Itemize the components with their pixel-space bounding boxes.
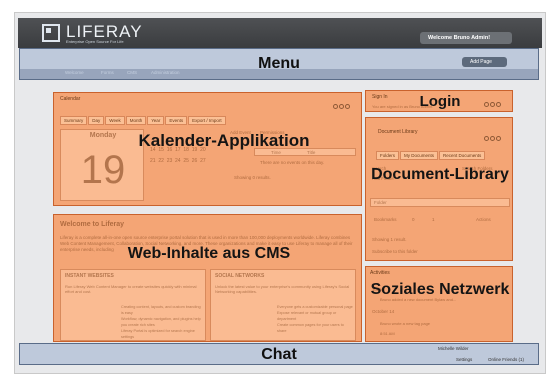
tab-year[interactable]: Year (147, 116, 165, 125)
tab-my-documents[interactable]: My Documents (400, 151, 439, 160)
online-friends-button[interactable]: Online Friends (1) (488, 357, 524, 362)
doclib-window-controls[interactable] (483, 128, 507, 141)
activity-item-2[interactable]: Bruno wrote a new tag page (380, 321, 430, 326)
social-networks-header: SOCIAL NETWORKS (215, 273, 265, 279)
subscribe-link[interactable]: Subscribe to this folder (372, 249, 418, 254)
activity-time: 8:51 AM (380, 331, 395, 336)
menu-region-label: Menu (258, 55, 300, 72)
instant-websites-bullets: Creating content, layouts, and custom br… (121, 305, 201, 339)
folder-actions-button[interactable]: Actions (476, 217, 491, 222)
empty-events-message: There are no events on this day. (260, 160, 325, 165)
folder-row-name[interactable]: Bookmarks (374, 217, 397, 222)
logo-mark-icon (42, 24, 60, 42)
calendar-showing: Showing 0 results. (234, 175, 271, 180)
calendar-tabs: Summary Day Week Month Year Events Export / Im… (60, 109, 227, 127)
add-page-button[interactable]: Add Page (462, 57, 507, 67)
doclib-title: Document Library (378, 129, 418, 135)
web-content-title: Welcome to Liferay (60, 221, 125, 228)
menu-region: Menu (19, 48, 539, 80)
tab-summary[interactable]: Summary (60, 116, 88, 125)
instant-websites-header: INSTANT WEBSITES (65, 273, 114, 279)
doclib-table-header: Folder (370, 198, 510, 207)
doclib-showing: Showing 1 result. (372, 237, 407, 242)
folder-row-folders: 0 (412, 217, 415, 222)
activities-title: Activities (370, 270, 390, 276)
web-content-portlet: Welcome to Liferay Liferay is a complete… (53, 214, 362, 342)
instant-websites-text: Run Liferay Web Content Manager to creat… (65, 284, 197, 294)
folder-row-documents: 1 (432, 217, 435, 222)
calendar-window-controls[interactable] (332, 96, 356, 109)
logo-tagline: Enterprise Open Source For Life (66, 39, 124, 44)
calendar-portlet: Calendar Summary Day Week Month Year Events Ex… (53, 92, 362, 206)
tab-export-import[interactable]: Export / Import (188, 116, 226, 125)
activities-date: October 14 (372, 309, 395, 314)
chat-region: Chat Michelle Wilder Settings Online Fri… (19, 343, 539, 365)
doclib-tabs: Folders My Documents Recent Documents (376, 144, 486, 162)
chat-settings-button[interactable]: Settings (456, 357, 472, 362)
social-networks-column: SOCIAL NETWORKS Unlock the latest value … (210, 269, 356, 341)
tab-recent-documents[interactable]: Recent Documents (439, 151, 486, 160)
tab-month[interactable]: Month (125, 116, 147, 125)
tab-folders[interactable]: Folders (376, 151, 400, 160)
tab-events[interactable]: Events (165, 116, 188, 125)
day-number: 19 (80, 148, 126, 192)
calendar-region-label: Kalender-Applikation (138, 131, 310, 150)
web-content-region-label: Web-Inhalte aus CMS (127, 245, 291, 262)
social-networks-bullets: Everyone gets a customizable personal pa… (277, 305, 353, 333)
login-region-label: Login (419, 93, 461, 110)
doclib-region-label: Document-Library (371, 166, 509, 183)
calendar-title: Calendar (60, 96, 81, 102)
instant-websites-column: INSTANT WEBSITES Run Liferay Web Content… (60, 269, 206, 341)
tab-day[interactable]: Day (88, 116, 105, 125)
welcome-user-button[interactable]: Welcome Bruno Admin! (420, 32, 512, 44)
activities-portlet: Activities Today Bruno added a new docum… (365, 266, 513, 342)
login-portlet: Sign In You are signed in as Bruno Admin… (365, 90, 513, 112)
tab-week[interactable]: Week (105, 116, 125, 125)
document-library-portlet: Document Library Folders My Documents Rece… (365, 117, 513, 261)
liferay-logo[interactable]: LIFERAY Enterprise Open Source For Life (42, 22, 162, 46)
social-region-label: Soziales Netzwerk (370, 281, 510, 298)
chat-friend-name[interactable]: Michelle Wilder (438, 346, 469, 351)
social-networks-text: Unlock the latest value to your enterpri… (215, 284, 350, 294)
